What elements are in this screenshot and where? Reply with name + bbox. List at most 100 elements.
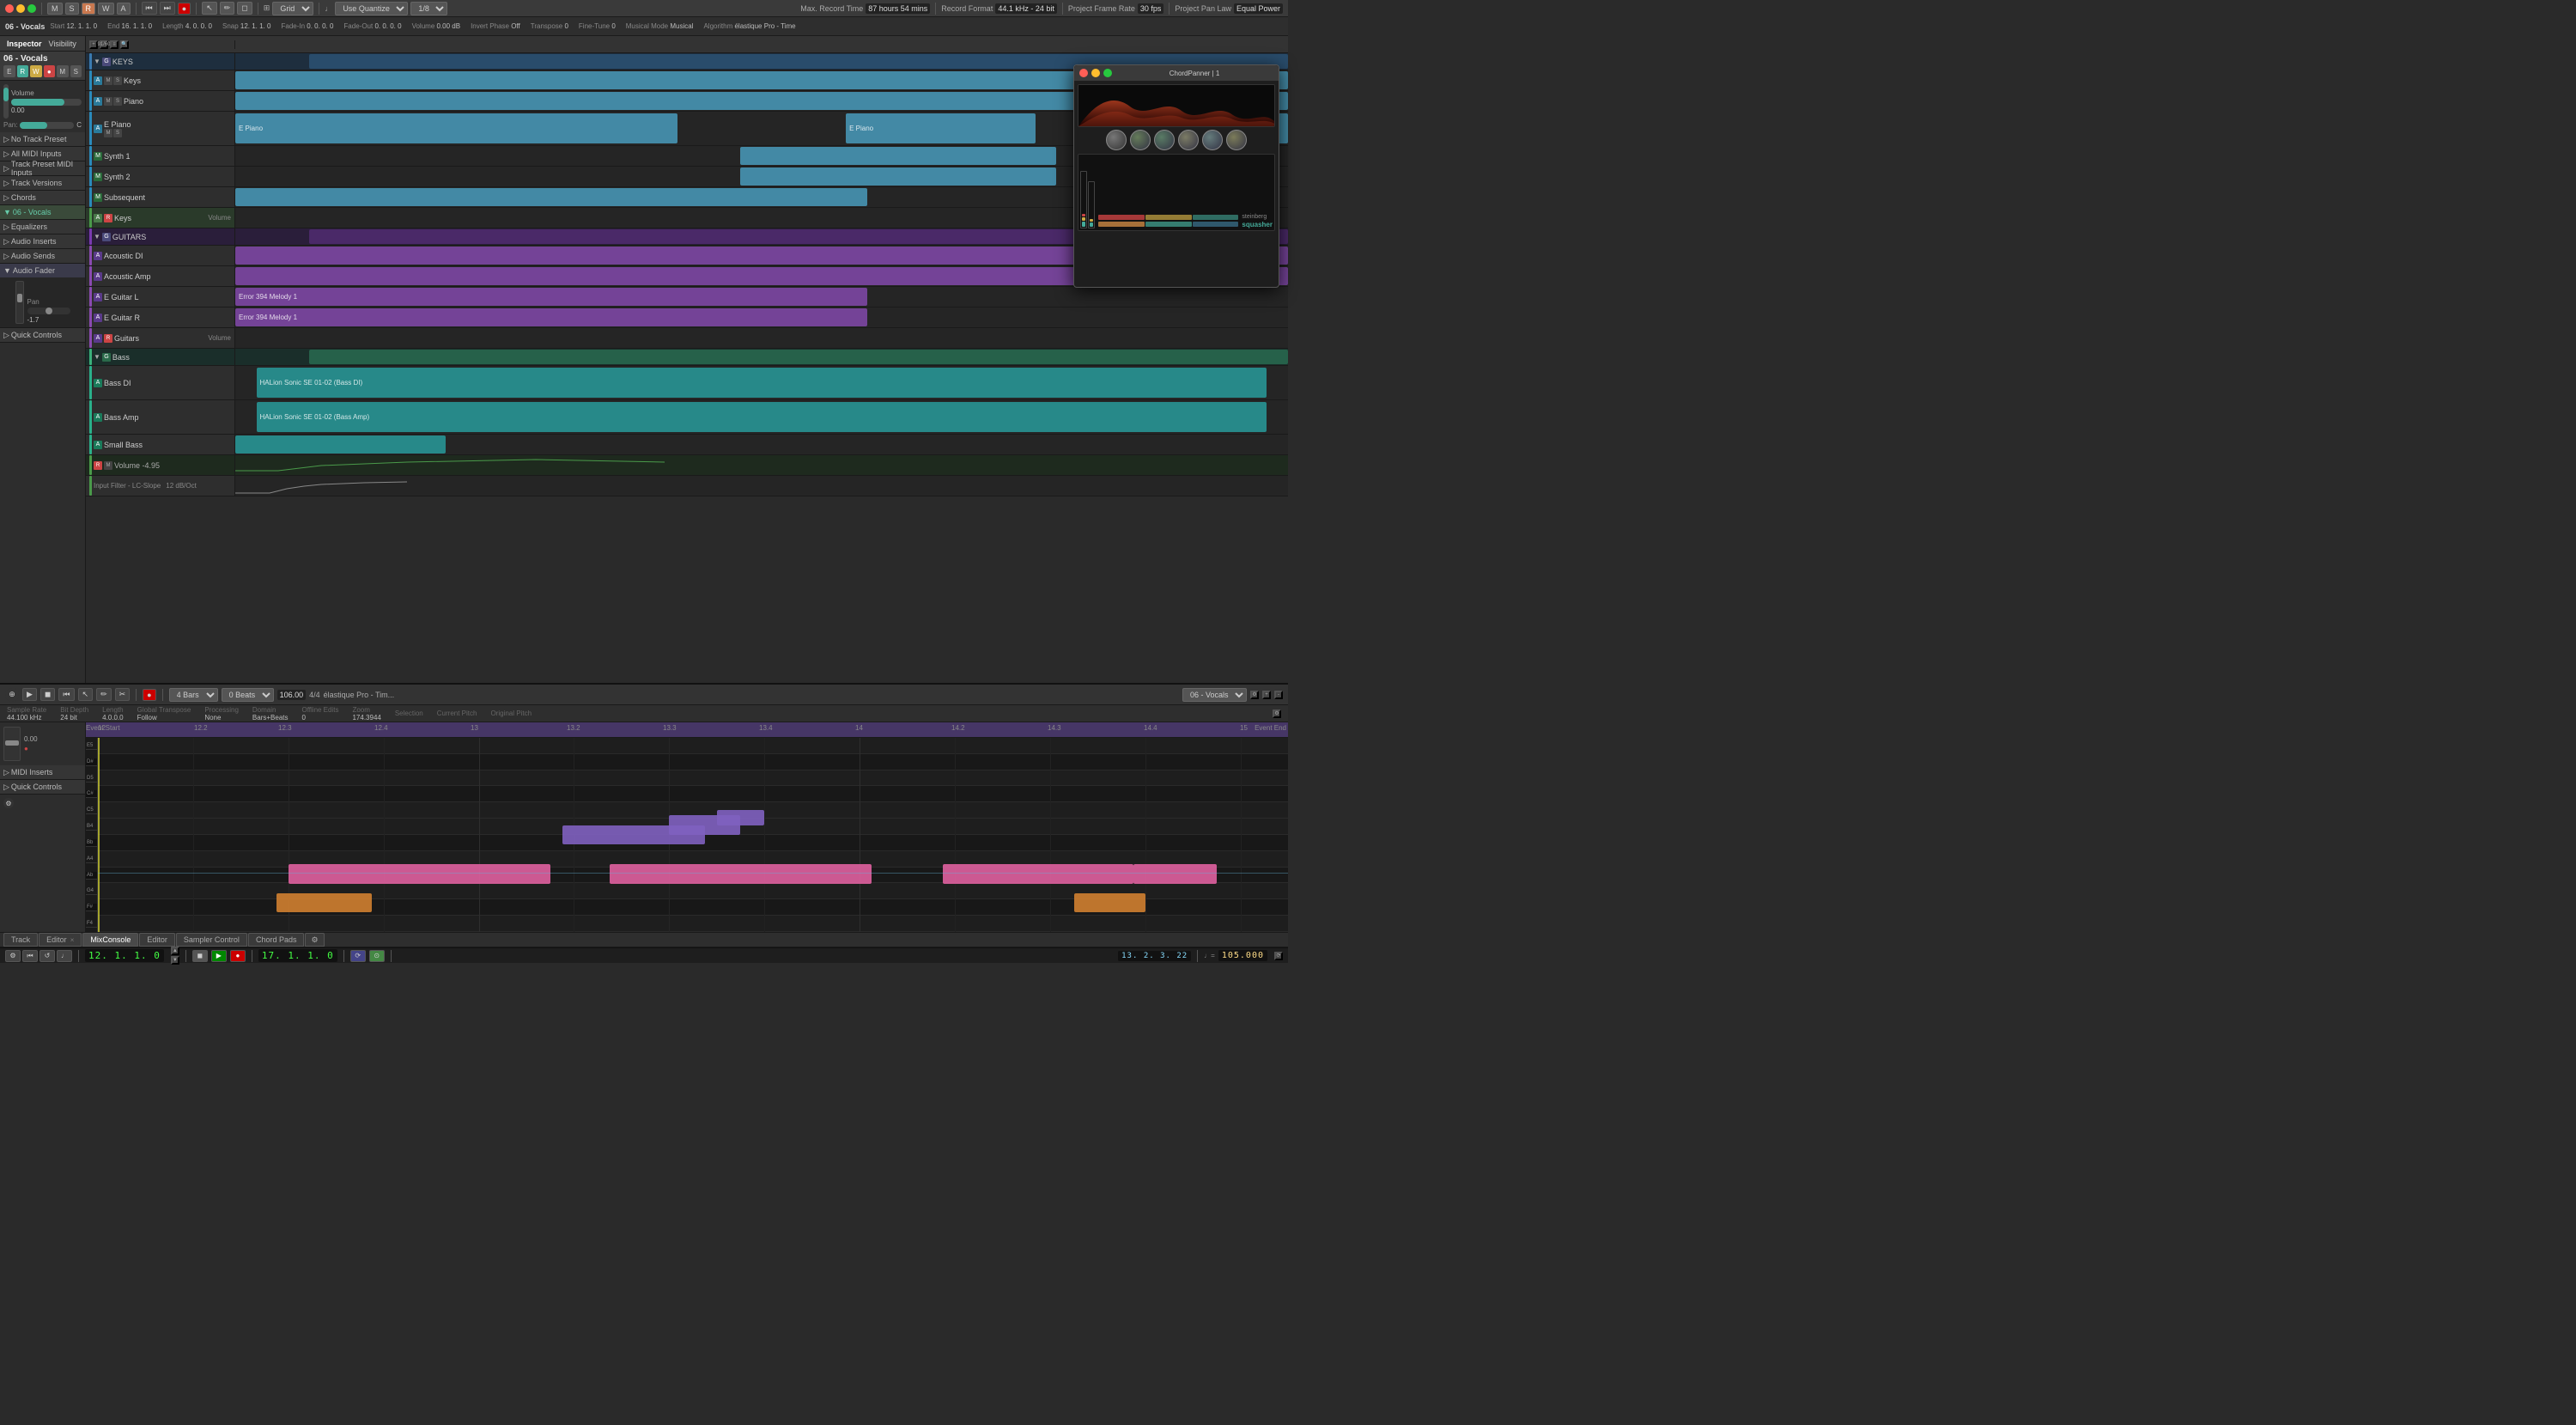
tab-editor-2[interactable]: Editor (139, 933, 175, 947)
note-orange-2[interactable] (1074, 893, 1145, 913)
epiano-mute[interactable]: M (104, 129, 112, 137)
rewind-btn[interactable]: ⏮ (142, 2, 157, 15)
track-count-btn[interactable]: 91/60 (100, 40, 108, 49)
plugin-min-btn[interactable] (1091, 69, 1100, 77)
plugin-knob-2[interactable] (1130, 130, 1151, 150)
loop-btn[interactable]: ⟳ (350, 950, 366, 962)
sync-btn[interactable]: ⟳ (1274, 952, 1283, 960)
editor-track-select[interactable]: 06 - Vocals (1182, 688, 1247, 702)
editor-pencil-btn[interactable]: ✏ (96, 688, 112, 701)
editor-bars-select[interactable]: 4 Bars (169, 688, 218, 702)
transport-loop-btn[interactable]: ↺ (39, 950, 55, 962)
visibility-tab[interactable]: Visibility (46, 39, 80, 49)
bass-amp-content[interactable]: HALion Sonic SE 01-02 (Bass Amp) (235, 400, 1288, 434)
insp-keys-rec[interactable]: R (104, 214, 112, 222)
minimize-btn[interactable] (16, 4, 25, 13)
maximize-btn[interactable] (27, 4, 36, 13)
plugin-knob-4[interactable] (1178, 130, 1199, 150)
small-bass-content[interactable] (235, 435, 1288, 454)
editor-midi-inserts-header[interactable]: ▷MIDI Inserts (0, 765, 85, 779)
input-filter-content[interactable] (235, 476, 1288, 496)
editor-record-btn[interactable]: ● (143, 689, 155, 701)
transport-rewind-btn[interactable]: ⏮ (22, 950, 38, 962)
tab-editor[interactable]: Editor × (39, 933, 82, 947)
quantize-select[interactable]: Use Quantize (335, 2, 408, 15)
volume-slider[interactable] (11, 99, 82, 106)
note-purple-3[interactable] (717, 810, 764, 825)
pos-up-btn[interactable]: ▲ (171, 947, 179, 955)
transport-stop-btn[interactable]: ◼ (192, 950, 208, 962)
transport-metronome-btn[interactable]: ♩ (57, 950, 72, 962)
piano-roll-grid[interactable] (98, 738, 1288, 932)
insp-edit-btn[interactable]: E (3, 65, 15, 77)
editor-settings-small[interactable]: ⚙ (3, 798, 14, 808)
insp-mute-btn[interactable]: M (57, 65, 69, 77)
editor-split-btn[interactable]: ✂ (115, 688, 131, 701)
transport-play-btn[interactable]: ▶ (211, 950, 227, 962)
transport-record-btn[interactable]: ● (230, 950, 246, 962)
pan-knob[interactable] (46, 308, 52, 314)
audio-fader-header[interactable]: ▼Audio Fader (0, 264, 85, 277)
tab-mixconsole[interactable]: MixConsole (82, 933, 138, 947)
insp-record-btn[interactable]: ● (44, 65, 56, 77)
vocals-mute2[interactable]: M (104, 461, 112, 470)
plugin-max-btn[interactable] (1103, 69, 1112, 77)
track-search-btn[interactable]: 🔍 (120, 40, 129, 49)
pan-slider[interactable] (20, 122, 74, 129)
editor-stop-btn[interactable]: ◼ (40, 688, 55, 701)
editor-settings-btn[interactable]: ⚙ (1250, 691, 1259, 699)
note-pink-2[interactable] (610, 864, 872, 884)
keys-mute[interactable]: M (104, 76, 112, 85)
bass-di-content[interactable]: HALion Sonic SE 01-02 (Bass DI) (235, 366, 1288, 399)
guitars-sub-content[interactable] (235, 328, 1288, 348)
mode-m-btn[interactable]: M (47, 3, 63, 15)
audio-fader-thumb[interactable] (17, 294, 22, 302)
retrospective-header[interactable]: ▷Track Preset MIDI Inputs (0, 161, 85, 175)
editor-rewind-btn[interactable]: ⏮ (58, 688, 74, 701)
record-btn[interactable]: ● (178, 3, 191, 15)
transport-settings-btn[interactable]: ⚙ (5, 950, 21, 962)
guitars-collapse[interactable]: ▼ (94, 233, 100, 241)
eraser-tool[interactable]: ◻ (237, 2, 252, 15)
vocals-vol-content[interactable] (235, 455, 1288, 475)
plugin-knob-3[interactable] (1154, 130, 1175, 150)
selected-track-header[interactable]: ▼06 - Vocals (0, 205, 85, 219)
close-btn[interactable] (5, 4, 14, 13)
tab-chord-pads[interactable]: Chord Pads (248, 933, 305, 947)
mode-w-btn[interactable]: W (98, 3, 114, 15)
insp-read-btn[interactable]: R (17, 65, 29, 77)
mode-a-btn[interactable]: A (117, 3, 131, 15)
egl-content[interactable]: Error 394 Melody 1 (235, 287, 1288, 307)
quantize-value-select[interactable]: 1/8 (410, 2, 447, 15)
piano-solo[interactable]: S (113, 97, 122, 106)
note-pink-4[interactable] (1133, 864, 1217, 884)
mode-r-btn[interactable]: R (82, 3, 96, 15)
mode-s-btn[interactable]: S (65, 3, 79, 15)
equalizers-header[interactable]: ▷Equalizers (0, 220, 85, 234)
guitars-rec[interactable]: R (104, 334, 112, 343)
piano-mute[interactable]: M (104, 97, 112, 106)
tab-editor-close[interactable]: × (70, 936, 75, 944)
keys-group-collapse[interactable]: ▼ (94, 58, 100, 65)
note-pink-3[interactable] (943, 864, 1133, 884)
editor-beats-select[interactable]: 0 Beats (222, 688, 274, 702)
editor-quick-controls-header[interactable]: ▷Quick Controls (0, 780, 85, 794)
keys-solo[interactable]: S (113, 76, 122, 85)
editor-play-btn[interactable]: ▶ (22, 688, 37, 701)
plugin-knob-1[interactable] (1106, 130, 1127, 150)
insp-write-btn[interactable]: W (30, 65, 42, 77)
snap-select[interactable]: Grid (272, 2, 313, 15)
add-track-btn[interactable]: + (89, 40, 98, 49)
tab-track[interactable]: Track (3, 933, 38, 947)
editor-icon[interactable]: ⊕ (5, 688, 19, 702)
editor-zoom-out[interactable]: - (1274, 691, 1283, 699)
vocals-rec2[interactable]: R (94, 461, 102, 470)
track-view-btn[interactable]: ≡ (110, 40, 118, 49)
insp-solo-btn[interactable]: S (70, 65, 82, 77)
chords-header[interactable]: ▷Chords (0, 191, 85, 204)
editor-tools-btn[interactable]: ↖ (78, 688, 94, 701)
fast-fwd-btn[interactable]: ⏭ (160, 2, 175, 15)
egr-content[interactable]: Error 394 Melody 1 (235, 308, 1288, 327)
note-pink-1[interactable] (289, 864, 550, 884)
pencil-tool[interactable]: ✏ (220, 2, 235, 15)
